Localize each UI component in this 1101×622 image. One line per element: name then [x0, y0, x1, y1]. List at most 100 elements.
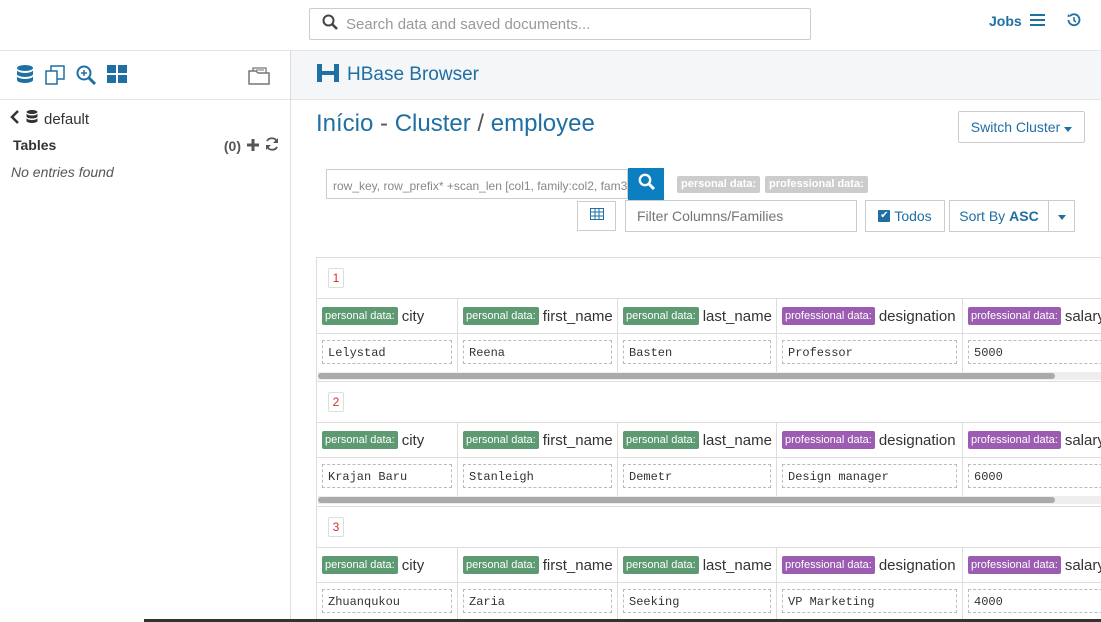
- cell[interactable]: personal data: city Lelystad: [317, 299, 458, 373]
- checkbox-checked-icon: ✔: [878, 210, 891, 222]
- cell[interactable]: professional data: designation Design man…: [777, 423, 963, 497]
- cell-value[interactable]: 4000: [968, 589, 1101, 613]
- family-tag-professional[interactable]: professional data:: [765, 176, 868, 193]
- cell-value[interactable]: Design manager: [782, 464, 957, 488]
- search-icon: [638, 173, 655, 195]
- hbase-logo-icon: [317, 63, 339, 87]
- cell-value[interactable]: Reena: [463, 340, 612, 364]
- table-row: 1 personal data: city Lelystad personal d…: [316, 257, 1101, 382]
- column-name: city: [401, 431, 425, 449]
- tables-label: Tables: [13, 137, 57, 153]
- scrollbar-thumb[interactable]: [318, 497, 1055, 503]
- row-key-badge[interactable]: 3: [328, 517, 344, 537]
- apps-grid-icon[interactable]: [107, 65, 127, 88]
- cell[interactable]: professional data: salary 6000: [963, 423, 1101, 497]
- select-all-label: Todos: [894, 208, 932, 224]
- jobs-button[interactable]: Jobs: [989, 13, 1045, 29]
- sort-dropdown-toggle[interactable]: [1048, 200, 1075, 232]
- documents-icon[interactable]: [45, 65, 65, 90]
- app-header: HBase Browser: [291, 50, 1101, 100]
- rows-list: 1 personal data: city Lelystad personal d…: [316, 257, 1101, 622]
- column-name: salary: [1064, 431, 1101, 449]
- cell[interactable]: professional data: salary 5000: [963, 299, 1101, 373]
- sort-prefix: Sort By: [959, 208, 1006, 224]
- cell[interactable]: personal data: last_name Basten: [618, 299, 777, 373]
- cell[interactable]: personal data: first_name Stanleigh: [458, 423, 618, 497]
- main-panel: HBase Browser Início - Cluster / employe…: [291, 50, 1101, 622]
- run-query-button[interactable]: [628, 168, 664, 200]
- cell-value[interactable]: Seeking: [623, 589, 771, 613]
- family-tag-personal[interactable]: personal data:: [677, 176, 761, 193]
- search-placeholder: Search data and saved documents...: [346, 15, 591, 33]
- select-all-button[interactable]: ✔ Todos: [865, 200, 945, 232]
- family-badge: professional data:: [968, 307, 1061, 325]
- column-name: last_name: [702, 556, 772, 574]
- chevron-left-icon[interactable]: [10, 110, 20, 128]
- family-badge: professional data:: [782, 556, 875, 574]
- caret-down-icon: [1057, 207, 1066, 225]
- column-name: city: [401, 307, 425, 325]
- family-badge: professional data:: [968, 431, 1061, 449]
- row-query-input[interactable]: row_key, row_prefix* +scan_len [col1, fa…: [326, 169, 628, 199]
- cell[interactable]: professional data: salary 4000: [963, 548, 1101, 622]
- column-name: last_name: [702, 307, 772, 325]
- column-name: designation: [878, 307, 956, 325]
- column-name: last_name: [702, 431, 772, 449]
- search-assist-icon[interactable]: [76, 65, 97, 90]
- row-header: 2: [317, 382, 1101, 423]
- cell[interactable]: personal data: last_name Seeking: [618, 548, 777, 622]
- table-grid-icon: [589, 207, 604, 225]
- history-icon[interactable]: [1067, 13, 1081, 32]
- database-selector[interactable]: default: [10, 110, 89, 128]
- cell[interactable]: professional data: designation VP Marketi…: [777, 548, 963, 622]
- cell-value[interactable]: Basten: [623, 340, 771, 364]
- family-badge: professional data:: [782, 431, 875, 449]
- row-cells: personal data: city Zhuanqukou personal d…: [317, 548, 1101, 622]
- cell[interactable]: personal data: city Zhuanqukou: [317, 548, 458, 622]
- search-icon: [322, 14, 338, 35]
- cell[interactable]: personal data: first_name Reena: [458, 299, 618, 373]
- cell[interactable]: personal data: first_name Zaria: [458, 548, 618, 622]
- cell-value[interactable]: Professor: [782, 340, 957, 364]
- column-name: first_name: [542, 307, 613, 325]
- breadcrumb-home[interactable]: Início: [316, 110, 373, 137]
- cell-value[interactable]: Lelystad: [322, 340, 452, 364]
- cell[interactable]: personal data: city Krajan Baru: [317, 423, 458, 497]
- horizontal-scrollbar[interactable]: [318, 372, 1101, 380]
- grid-view-button[interactable]: [577, 201, 616, 231]
- database-small-icon: [26, 110, 38, 128]
- folder-open-icon[interactable]: [248, 66, 271, 90]
- breadcrumb-table[interactable]: employee: [491, 110, 595, 137]
- family-badge: personal data:: [322, 307, 398, 325]
- breadcrumb-cluster[interactable]: Cluster: [395, 110, 471, 137]
- breadcrumb-separator: /: [470, 110, 491, 137]
- row-key-badge[interactable]: 1: [328, 268, 344, 288]
- database-icon[interactable]: [16, 65, 34, 90]
- horizontal-scrollbar[interactable]: [318, 496, 1101, 504]
- cell-value[interactable]: Krajan Baru: [322, 464, 452, 488]
- row-key-badge[interactable]: 2: [328, 392, 344, 412]
- cell-value[interactable]: Zaria: [463, 589, 612, 613]
- sort-button[interactable]: Sort By ASC: [949, 200, 1049, 232]
- column-name: designation: [878, 431, 956, 449]
- switch-cluster-button[interactable]: Switch Cluster: [958, 111, 1085, 143]
- cell[interactable]: personal data: last_name Demetr: [618, 423, 777, 497]
- scrollbar-thumb[interactable]: [318, 373, 1055, 379]
- filter-columns-input[interactable]: [625, 200, 857, 232]
- empty-tables-message: No entries found: [11, 164, 114, 180]
- column-name: first_name: [542, 556, 613, 574]
- add-icon[interactable]: [247, 138, 259, 154]
- cell-value[interactable]: 5000: [968, 340, 1101, 364]
- cell-value[interactable]: VP Marketing: [782, 589, 957, 613]
- refresh-icon[interactable]: [265, 137, 279, 154]
- cell-value[interactable]: Demetr: [623, 464, 771, 488]
- global-search-input[interactable]: Search data and saved documents...: [309, 8, 811, 40]
- cell[interactable]: professional data: designation Professor: [777, 299, 963, 373]
- cell-value[interactable]: 6000: [968, 464, 1101, 488]
- row-cells: personal data: city Lelystad personal dat…: [317, 299, 1101, 373]
- cell-value[interactable]: Stanleigh: [463, 464, 612, 488]
- tables-count: (0): [223, 137, 241, 154]
- cell-value[interactable]: Zhuanqukou: [322, 589, 452, 613]
- jobs-list-icon: [1029, 13, 1045, 29]
- sidebar-icon-bar: [0, 50, 290, 100]
